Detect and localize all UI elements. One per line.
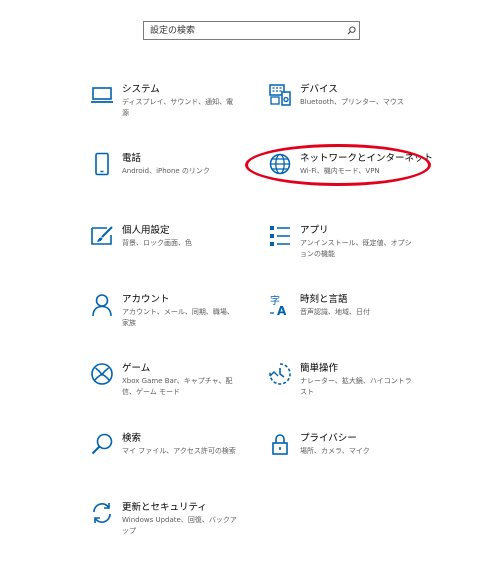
tile-desc: 背景、ロック画面、色 [122, 239, 192, 247]
phone-icon [90, 152, 114, 176]
settings-tile-time-language[interactable]: 字A 時刻と言語 音声認識、地域、日付 [268, 293, 448, 318]
svg-text:A: A [277, 304, 287, 317]
tile-desc: Wi-Fi、機内モード、VPN [300, 167, 380, 175]
settings-tile-personalization[interactable]: 個人用設定 背景、ロック画面、色 [90, 224, 270, 249]
tile-title: 時刻と言語 [300, 294, 348, 305]
search-icon [90, 432, 114, 456]
tile-title: ゲーム [122, 363, 151, 374]
settings-tile-privacy[interactable]: プライバシー 場所、カメラ、マイク [268, 432, 448, 457]
tile-title: ネットワークとインターネット [300, 153, 434, 164]
tile-desc: Xbox Game Bar、キャプチャ、配信、ゲーム モード [122, 377, 233, 396]
xbox-icon [90, 362, 114, 386]
settings-tile-ease-of-access[interactable]: 簡単操作 ナレーター、拡大鏡、ハイコントラスト [268, 362, 448, 397]
globe-icon [268, 152, 292, 176]
tile-title: 簡単操作 [300, 363, 339, 374]
settings-tile-accounts[interactable]: アカウント アカウント、メール、同期、職場、家族 [90, 293, 270, 328]
tile-desc: Windows Update、回復、バックアップ [122, 516, 237, 535]
settings-tile-devices[interactable]: デバイス Bluetooth、プリンター、マウス [268, 83, 448, 108]
tile-title: プライバシー [300, 433, 357, 444]
tile-desc: 音声認識、地域、日付 [300, 308, 370, 316]
lock-icon [268, 432, 292, 456]
search-input[interactable] [144, 22, 343, 39]
time-language-icon: 字A [268, 293, 292, 317]
tile-title: 更新とセキュリティ [122, 502, 207, 513]
tile-desc: マイ ファイル、アクセス許可の検索 [122, 447, 236, 455]
settings-tile-system[interactable]: システム ディスプレイ、サウンド、通知、電源 [90, 83, 270, 118]
tile-title: 個人用設定 [122, 225, 170, 236]
keyboard-devices-icon [268, 83, 292, 107]
tile-desc: Android、iPhone のリンク [122, 167, 210, 175]
tile-title: システム [122, 84, 160, 95]
apps-list-icon [268, 224, 292, 248]
settings-tile-apps[interactable]: アプリ アンインストール、既定値、オプションの機能 [268, 224, 448, 259]
tile-title: 電話 [122, 153, 142, 164]
settings-tile-gaming[interactable]: ゲーム Xbox Game Bar、キャプチャ、配信、ゲーム モード [90, 362, 270, 397]
tile-desc: ディスプレイ、サウンド、通知、電源 [122, 98, 234, 117]
settings-tile-phone[interactable]: 電話 Android、iPhone のリンク [90, 152, 270, 177]
tile-desc: ナレーター、拡大鏡、ハイコントラスト [300, 377, 412, 396]
settings-tile-network[interactable]: ネットワークとインターネット Wi-Fi、機内モード、VPN [268, 152, 448, 177]
tile-title: アプリ [300, 225, 329, 236]
tile-desc: アンインストール、既定値、オプションの機能 [300, 239, 412, 258]
tile-title: アカウント [122, 294, 170, 305]
settings-tile-update-security[interactable]: 更新とセキュリティ Windows Update、回復、バックアップ [90, 501, 270, 536]
person-icon [90, 293, 114, 317]
ease-of-access-icon [268, 362, 292, 386]
tile-title: 検索 [122, 433, 142, 444]
tile-desc: 場所、カメラ、マイク [300, 447, 370, 455]
laptop-icon [90, 83, 114, 107]
settings-tile-search[interactable]: 検索 マイ ファイル、アクセス許可の検索 [90, 432, 270, 457]
tile-desc: アカウント、メール、同期、職場、家族 [122, 308, 234, 327]
tile-desc: Bluetooth、プリンター、マウス [300, 98, 404, 106]
search-icon[interactable] [343, 22, 359, 39]
tile-title: デバイス [300, 84, 338, 95]
paint-icon [90, 224, 114, 248]
search-box[interactable] [143, 21, 360, 40]
sync-icon [90, 501, 114, 525]
